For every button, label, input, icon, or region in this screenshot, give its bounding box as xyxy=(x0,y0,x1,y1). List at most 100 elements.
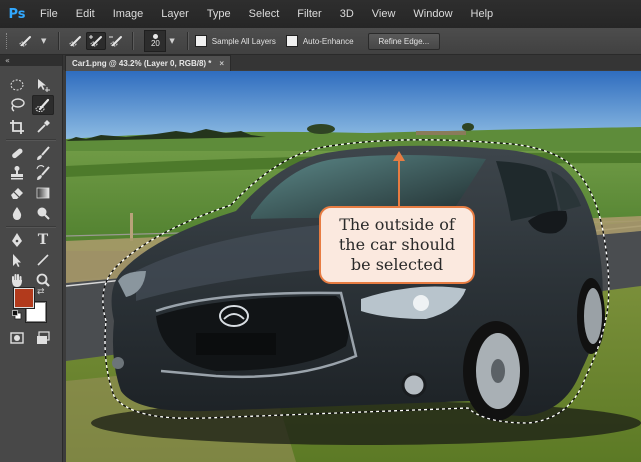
callout-arrow xyxy=(398,158,400,208)
tool-preset-picker[interactable] xyxy=(16,32,38,50)
clone-stamp-icon xyxy=(11,166,23,180)
elliptical-marquee-tool[interactable] xyxy=(6,75,28,95)
eraser-icon xyxy=(11,188,23,199)
lasso-icon xyxy=(11,98,25,112)
line-icon xyxy=(37,254,49,266)
options-grip[interactable] xyxy=(6,33,10,49)
subtract-from-selection-button[interactable] xyxy=(106,32,126,50)
menu-3d[interactable]: 3D xyxy=(340,8,354,20)
tools-panel: « T ⇄ xyxy=(0,55,63,462)
menu-select[interactable]: Select xyxy=(249,8,280,20)
swap-colors-icon[interactable]: ⇄ xyxy=(37,287,47,297)
screen-mode-icon xyxy=(37,331,50,344)
callout-line-2: the car should xyxy=(338,235,456,254)
tools-divider xyxy=(6,226,56,228)
line-tool[interactable] xyxy=(32,250,54,270)
tool-preset-dropdown-icon[interactable]: ▼ xyxy=(41,37,46,45)
front-hub xyxy=(491,359,505,383)
dodge-tool[interactable] xyxy=(32,203,54,223)
options-bar: ▼ 20 ▼ Sample All Layers Auto-Enhance Re… xyxy=(0,28,641,55)
brush-size-value: 20 xyxy=(150,39,160,48)
brush-size-picker[interactable]: 20 xyxy=(144,30,167,52)
auto-enhance-checkbox[interactable] xyxy=(285,35,298,47)
number-plate xyxy=(196,333,276,355)
eyedropper-tool[interactable] xyxy=(32,117,54,137)
move-tool[interactable] xyxy=(32,75,54,95)
type-tool[interactable]: T xyxy=(32,230,54,250)
hand-tool[interactable] xyxy=(6,270,28,290)
history-brush-tool[interactable] xyxy=(32,163,54,183)
screen-mode-button[interactable] xyxy=(32,328,54,348)
subtract-from-selection-icon xyxy=(109,36,123,47)
distant-shed xyxy=(416,131,466,135)
new-selection-icon xyxy=(69,36,82,47)
add-to-selection-button[interactable] xyxy=(86,32,107,50)
document-tab-title: Car1.png @ 43.2% (Layer 0, RGB/8) * xyxy=(72,59,212,68)
menu-window[interactable]: Window xyxy=(413,8,452,20)
path-selection-icon xyxy=(13,254,21,267)
add-to-selection-icon xyxy=(89,35,103,47)
type-icon: T xyxy=(37,232,49,248)
gradient-icon xyxy=(36,187,50,199)
menu-file[interactable]: File xyxy=(40,8,58,20)
menu-image[interactable]: Image xyxy=(113,8,144,20)
path-selection-tool[interactable] xyxy=(6,250,28,270)
fog-light-left xyxy=(112,357,124,369)
menu-view[interactable]: View xyxy=(372,8,396,20)
blur-icon xyxy=(12,207,22,220)
sample-all-layers-label: Sample All Layers xyxy=(211,36,276,46)
foreground-color-swatch[interactable] xyxy=(13,287,35,309)
photoshop-logo: Ps xyxy=(8,6,26,22)
clone-stamp-tool[interactable] xyxy=(6,163,28,183)
collapse-panel-icon[interactable]: « xyxy=(0,55,62,66)
lasso-tool[interactable] xyxy=(6,95,28,115)
eyedropper-icon xyxy=(37,120,50,133)
spot-healing-tool[interactable] xyxy=(6,143,28,163)
tree xyxy=(307,124,335,134)
quick-selection-icon xyxy=(35,98,50,112)
menu-edit[interactable]: Edit xyxy=(76,8,95,20)
options-divider xyxy=(186,32,189,50)
quick-mask-icon xyxy=(10,332,24,344)
blur-tool[interactable] xyxy=(6,203,28,223)
dodge-icon xyxy=(37,207,50,220)
callout-line-3: be selected xyxy=(350,255,444,274)
instruction-callout: The outside of the car should be selecte… xyxy=(319,206,475,284)
rear-rim xyxy=(584,288,602,344)
refine-edge-button[interactable]: Refine Edge... xyxy=(367,32,441,50)
callout-line-1: The outside of xyxy=(339,215,455,234)
new-selection-button[interactable] xyxy=(66,32,86,50)
brush-icon xyxy=(37,146,50,160)
brush-dropdown-icon[interactable]: ▼ xyxy=(169,37,174,45)
document-tab[interactable]: Car1.png @ 43.2% (Layer 0, RGB/8) * × xyxy=(65,55,232,71)
menu-type[interactable]: Type xyxy=(207,8,231,20)
zoom-icon xyxy=(36,273,50,287)
menu-help[interactable]: Help xyxy=(471,8,494,20)
headlight-lens xyxy=(413,295,429,311)
spot-healing-icon xyxy=(12,148,23,159)
quick-selection-tool[interactable] xyxy=(32,95,54,115)
crop-icon xyxy=(10,120,24,134)
tools-divider xyxy=(6,139,56,141)
brush-tool[interactable] xyxy=(32,143,54,163)
sample-all-layers-checkbox[interactable] xyxy=(194,35,207,47)
move-icon xyxy=(38,79,50,92)
quick-mask-button[interactable] xyxy=(6,328,28,348)
gradient-tool[interactable] xyxy=(32,183,54,203)
crop-tool[interactable] xyxy=(6,117,28,137)
eraser-tool[interactable] xyxy=(6,183,28,203)
quick-selection-icon xyxy=(19,36,31,47)
menu-layer[interactable]: Layer xyxy=(161,8,189,20)
history-brush-icon xyxy=(36,165,50,180)
menu-filter[interactable]: Filter xyxy=(297,8,321,20)
fog-light-right xyxy=(401,372,427,398)
menu-bar: Ps File Edit Image Layer Type Select Fil… xyxy=(0,0,641,28)
fence-post xyxy=(130,213,133,241)
auto-enhance-label: Auto-Enhance xyxy=(302,36,354,46)
default-colors-icon[interactable] xyxy=(12,310,22,320)
pen-tool[interactable] xyxy=(6,230,28,250)
callout-arrow-head xyxy=(393,151,405,161)
hand-icon xyxy=(12,274,22,287)
close-icon[interactable]: × xyxy=(219,59,224,68)
pen-icon xyxy=(12,233,22,247)
